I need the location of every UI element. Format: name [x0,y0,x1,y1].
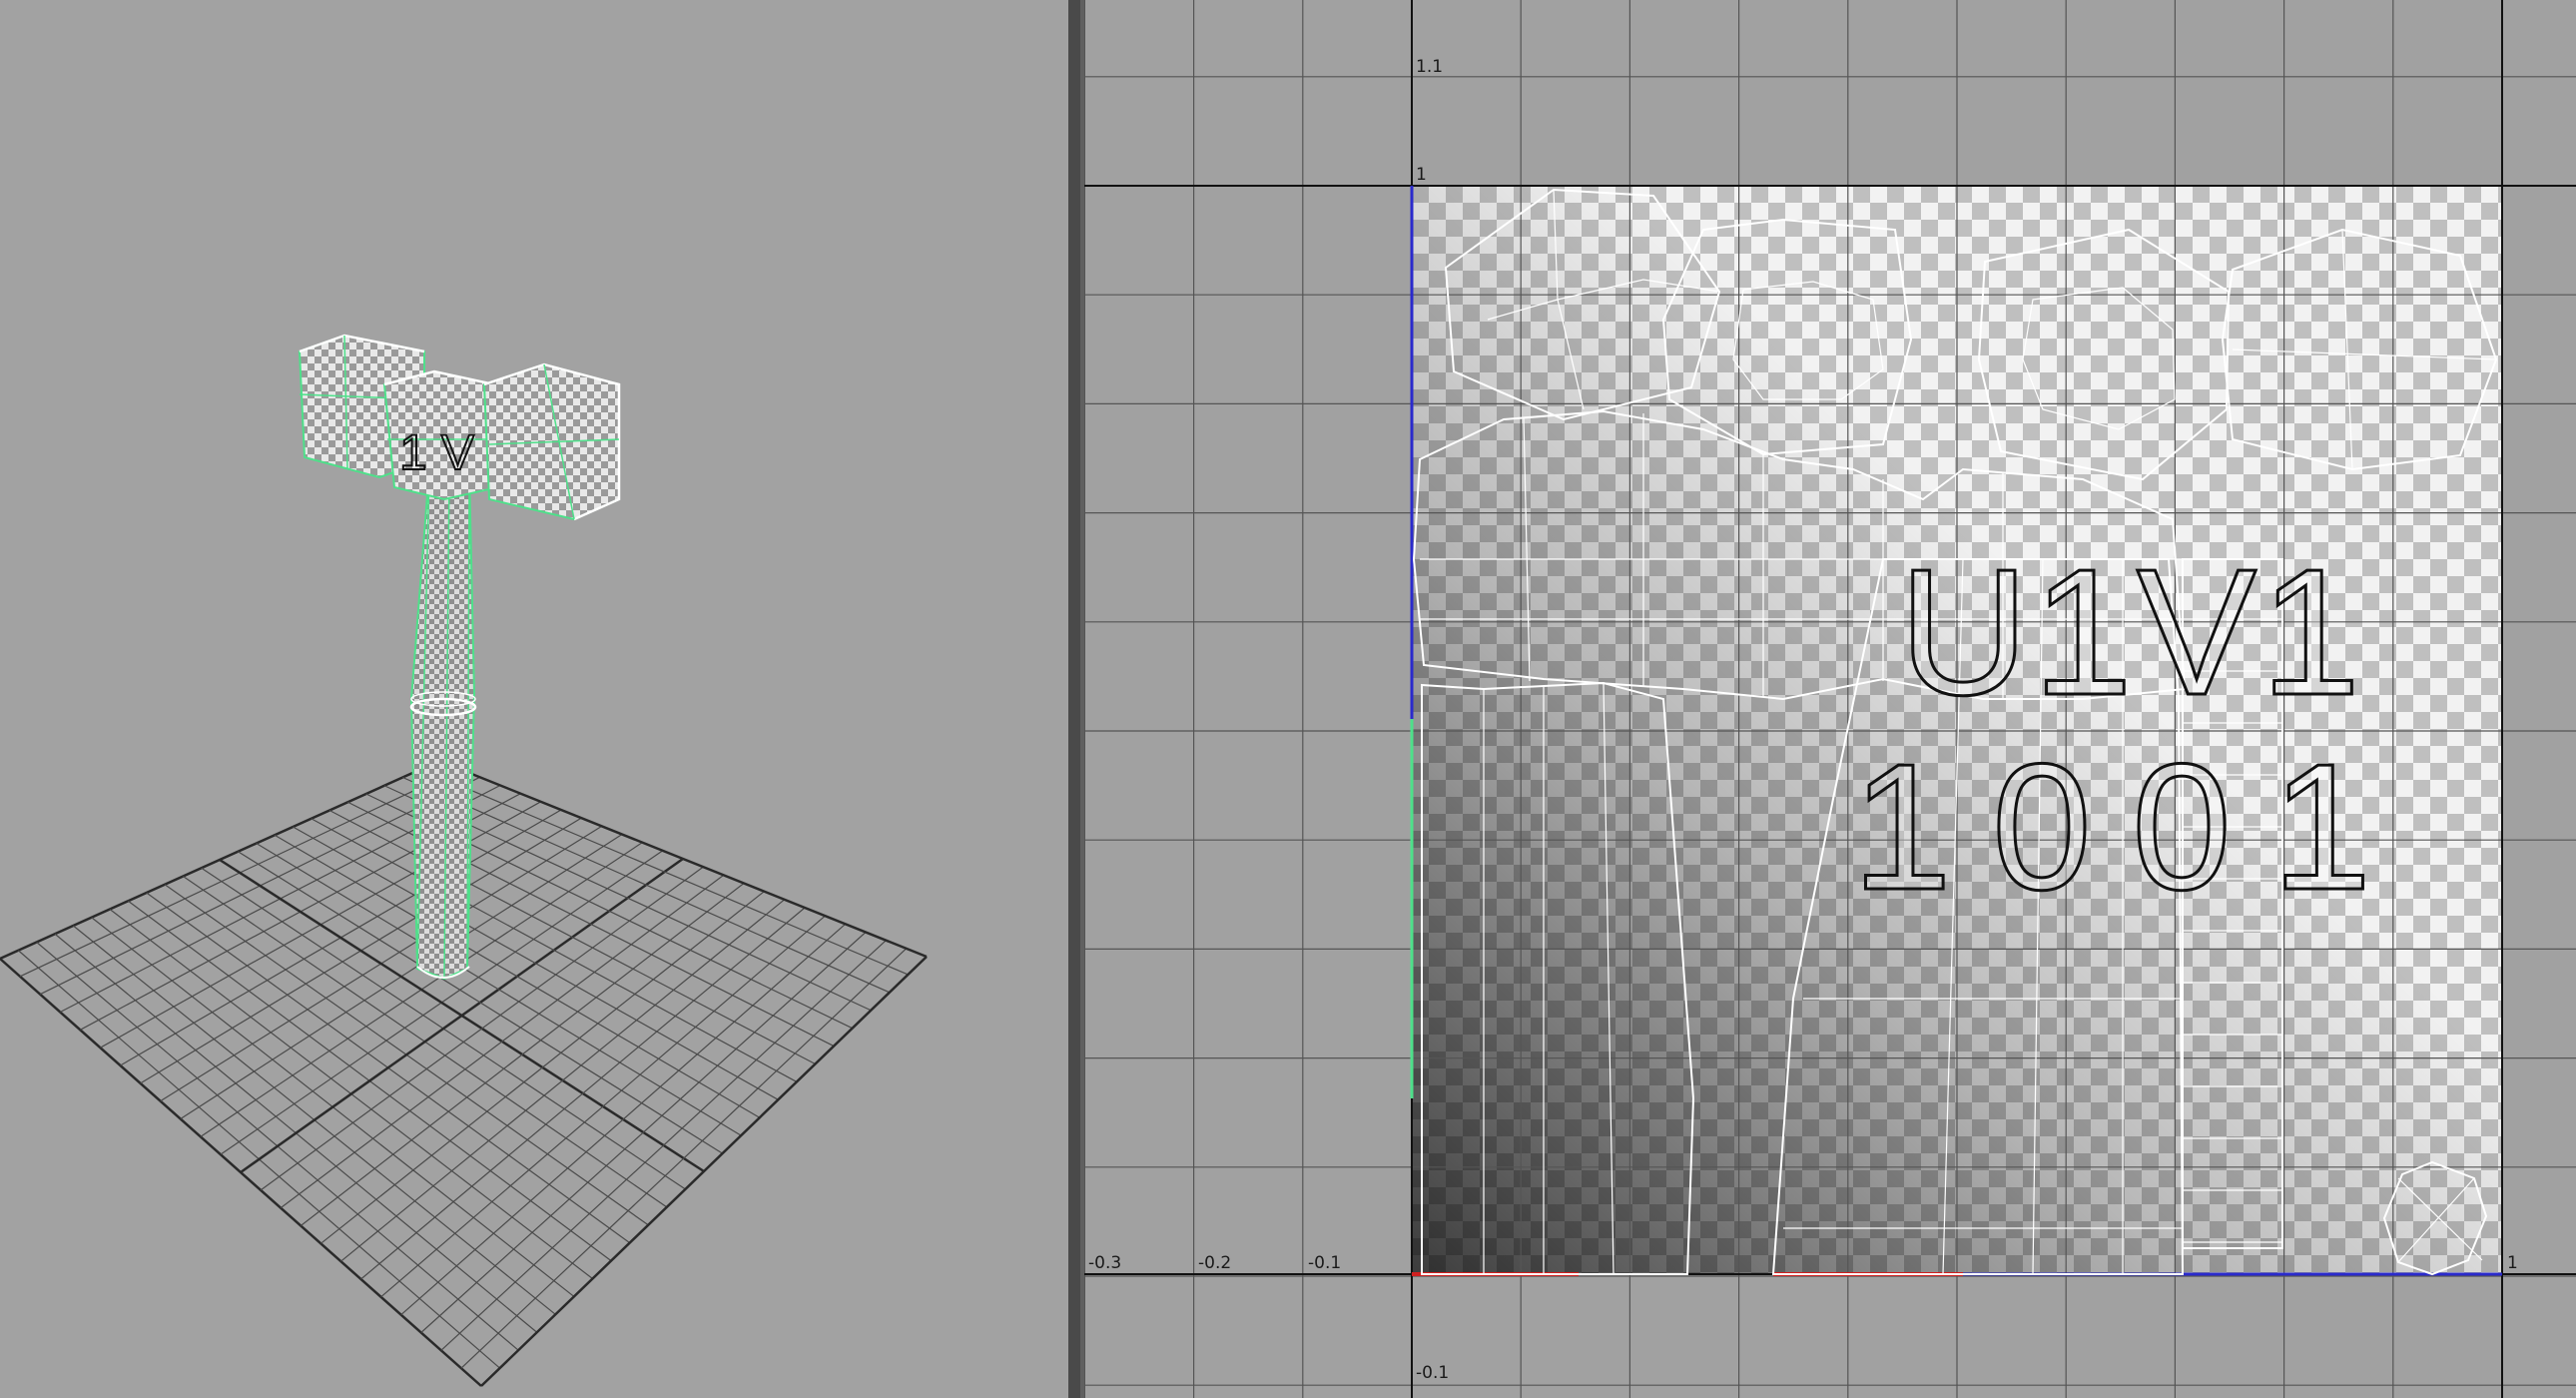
ground-grid-line [440,940,887,1351]
ground-grid-line [280,874,725,1209]
tick-v-neg-0.1: -0.1 [1416,1363,1449,1383]
mesh-label-fragment: 1 V [399,424,475,480]
perspective-viewport[interactable]: 1 V [0,0,1068,1398]
ground-grid-line [460,948,908,1369]
tick-v-1: 1 [1416,165,1427,185]
ground-grid-line [420,932,867,1333]
uv-canvas[interactable]: U1V1 1001 -0.3 -0.2 -0.1 1 1 1.1 -0.1 [1084,0,2576,1398]
tick-u-1: 1 [2507,1253,2518,1273]
ground-grid-line [480,956,928,1387]
panel-splitter[interactable] [1068,0,1084,1398]
tile-label-udim-name: U1V1 [1899,532,2364,733]
ground-grid-line [260,866,704,1191]
uv-tile-label: U1V1 1001 [1850,531,2411,930]
tile-label-udim-number: 1001 [1852,727,2411,928]
hammer-mesh[interactable]: 1 V [298,334,621,981]
ground-grid-line [300,883,745,1226]
ground-grid-line [420,768,909,976]
viewport-canvas[interactable]: 1 V [0,0,1068,1398]
tick-u-neg-0.2: -0.2 [1198,1253,1231,1273]
tick-v-1.1: 1.1 [1416,57,1443,77]
tick-u-neg-0.3: -0.3 [1088,1253,1121,1273]
uv-editor-viewport[interactable]: U1V1 1001 -0.3 -0.2 -0.1 1 1 1.1 -0.1 [1084,0,2576,1398]
tick-u-neg-0.1: -0.1 [1308,1253,1341,1273]
ground-grid-line [402,776,891,994]
ground-grid-line [400,923,847,1316]
ground-grid-line [274,834,761,1118]
ground-grid-line [340,899,786,1262]
